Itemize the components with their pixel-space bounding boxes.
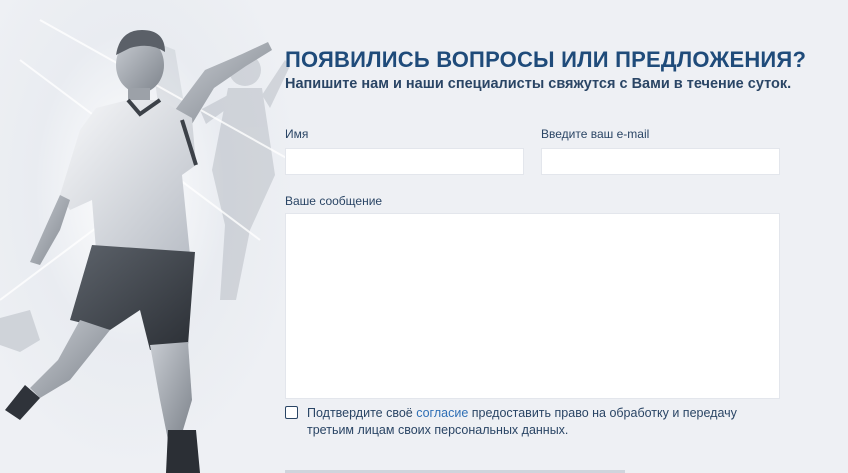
consent-text: Подтвердите своё согласие предоставить п… [307, 405, 767, 439]
form-subtitle: Напишите нам и наши специалисты свяжутся… [285, 76, 792, 92]
message-label: Ваше сообщение [285, 194, 383, 208]
name-label: Имя [285, 127, 309, 141]
email-label: Введите ваш e-mail [541, 127, 650, 141]
name-input[interactable] [285, 148, 524, 175]
consent-text-before: Подтвердите своё [307, 406, 417, 420]
email-input[interactable] [541, 148, 780, 175]
message-textarea[interactable] [285, 213, 780, 399]
contact-form: ПОЯВИЛИСЬ ВОПРОСЫ ИЛИ ПРЕДЛОЖЕНИЯ? Напиш… [285, 0, 806, 473]
hero-football-player-image [0, 0, 290, 473]
football-player-illustration [0, 0, 290, 473]
form-title: ПОЯВИЛИСЬ ВОПРОСЫ ИЛИ ПРЕДЛОЖЕНИЯ? [285, 47, 807, 72]
consent-link[interactable]: согласие [416, 406, 468, 420]
consent-checkbox[interactable] [285, 406, 298, 419]
